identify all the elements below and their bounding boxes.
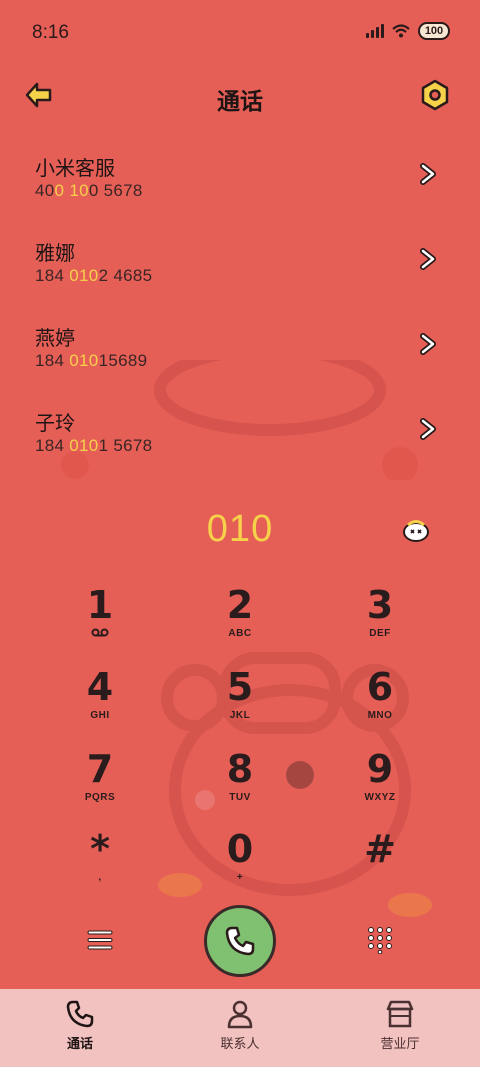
key-letters: DEF bbox=[369, 628, 391, 639]
chevron-right-icon[interactable] bbox=[416, 162, 440, 186]
key-digit: 5 bbox=[226, 665, 254, 709]
key-letters: , bbox=[98, 872, 102, 883]
contact-row[interactable]: 小米客服 400 100 5678 bbox=[0, 140, 480, 225]
chevron-right-icon[interactable] bbox=[416, 332, 440, 356]
nav-tab-contacts[interactable]: 联系人 bbox=[160, 989, 320, 1067]
contact-number: 184 01015689 bbox=[35, 351, 148, 370]
nav-label: 通话 bbox=[66, 1036, 93, 1051]
key-digit: # bbox=[364, 827, 396, 871]
phone-icon bbox=[225, 926, 255, 956]
menu-icon[interactable] bbox=[86, 928, 114, 952]
dial-display: 010 bbox=[0, 480, 480, 580]
voicemail-icon bbox=[91, 628, 109, 637]
header: 通话 bbox=[0, 72, 480, 120]
contact-name: 雅娜 bbox=[35, 243, 75, 265]
key-letters: MNO bbox=[367, 710, 393, 721]
key-2[interactable]: 2 ABC bbox=[190, 584, 290, 664]
contact-number: 400 100 5678 bbox=[35, 181, 143, 200]
contact-list: 小米客服 400 100 5678 雅娜 184 0102 4685 燕婷 18… bbox=[0, 140, 480, 480]
key-1[interactable]: 1 bbox=[50, 584, 150, 664]
status-time: 8:16 bbox=[32, 22, 69, 43]
bottom-nav: 通话 联系人 营业厅 bbox=[0, 989, 480, 1067]
key-8[interactable]: 8 TUV bbox=[190, 748, 290, 828]
chevron-right-icon[interactable] bbox=[416, 247, 440, 271]
chevron-right-icon[interactable] bbox=[416, 417, 440, 441]
key-5[interactable]: 5 JKL bbox=[190, 666, 290, 746]
page-title: 通话 bbox=[217, 88, 263, 114]
key-letters: JKL bbox=[229, 710, 251, 721]
contact-number: 184 0101 5678 bbox=[35, 436, 153, 455]
signal-icon bbox=[366, 24, 384, 38]
key-letters: ABC bbox=[228, 628, 252, 639]
wifi-icon bbox=[392, 24, 410, 38]
key-digit: 2 bbox=[226, 583, 254, 627]
key-7[interactable]: 7 PQRS bbox=[50, 748, 150, 828]
key-digit: 9 bbox=[366, 747, 394, 791]
status-icons: 100 bbox=[366, 22, 450, 40]
key-letters: TUV bbox=[229, 792, 251, 803]
contact-row[interactable]: 燕婷 184 01015689 bbox=[0, 310, 480, 395]
store-icon bbox=[386, 1000, 414, 1028]
key-3[interactable]: 3 DEF bbox=[330, 584, 430, 664]
key-digit: * bbox=[90, 827, 110, 871]
contact-name: 小米客服 bbox=[35, 158, 115, 180]
key-digit: 8 bbox=[226, 747, 254, 791]
key-digit: 1 bbox=[86, 583, 114, 627]
key-digit: 0 bbox=[226, 827, 254, 871]
key-digit: 6 bbox=[366, 665, 394, 709]
contact-name: 子玲 bbox=[35, 413, 75, 435]
key-letters: PQRS bbox=[84, 792, 116, 803]
battery-icon: 100 bbox=[418, 22, 450, 40]
key-4[interactable]: 4 GHI bbox=[50, 666, 150, 746]
nav-label: 营业厅 bbox=[380, 1036, 420, 1051]
key-digit: 4 bbox=[86, 665, 114, 709]
contact-row[interactable]: 雅娜 184 0102 4685 bbox=[0, 225, 480, 310]
dialpad-icon[interactable] bbox=[366, 926, 394, 954]
key-letters: GHI bbox=[90, 710, 110, 721]
mascot-icon[interactable] bbox=[402, 518, 430, 542]
key-hash[interactable]: # bbox=[330, 828, 430, 908]
key-9[interactable]: 9 WXYZ bbox=[330, 748, 430, 828]
key-letters: WXYZ bbox=[364, 792, 396, 803]
contact-row[interactable]: 子玲 184 0101 5678 bbox=[0, 395, 480, 480]
call-button[interactable] bbox=[204, 905, 276, 977]
contact-name: 燕婷 bbox=[35, 328, 75, 350]
person-icon bbox=[227, 1000, 253, 1029]
nav-tab-store[interactable]: 营业厅 bbox=[320, 989, 480, 1067]
nav-tab-calls[interactable]: 通话 bbox=[0, 989, 160, 1067]
key-digit: 3 bbox=[366, 583, 394, 627]
contact-number: 184 0102 4685 bbox=[35, 266, 153, 285]
hexagon-nut-icon[interactable] bbox=[420, 78, 450, 112]
key-letters: + bbox=[236, 872, 244, 883]
key-6[interactable]: 6 MNO bbox=[330, 666, 430, 746]
key-digit: 7 bbox=[86, 747, 114, 791]
phone-icon bbox=[66, 1000, 94, 1028]
status-bar: 8:16 100 bbox=[0, 0, 480, 68]
key-0[interactable]: 0 + bbox=[190, 828, 290, 908]
key-star[interactable]: * , bbox=[50, 828, 150, 908]
nav-label: 联系人 bbox=[220, 1036, 260, 1051]
